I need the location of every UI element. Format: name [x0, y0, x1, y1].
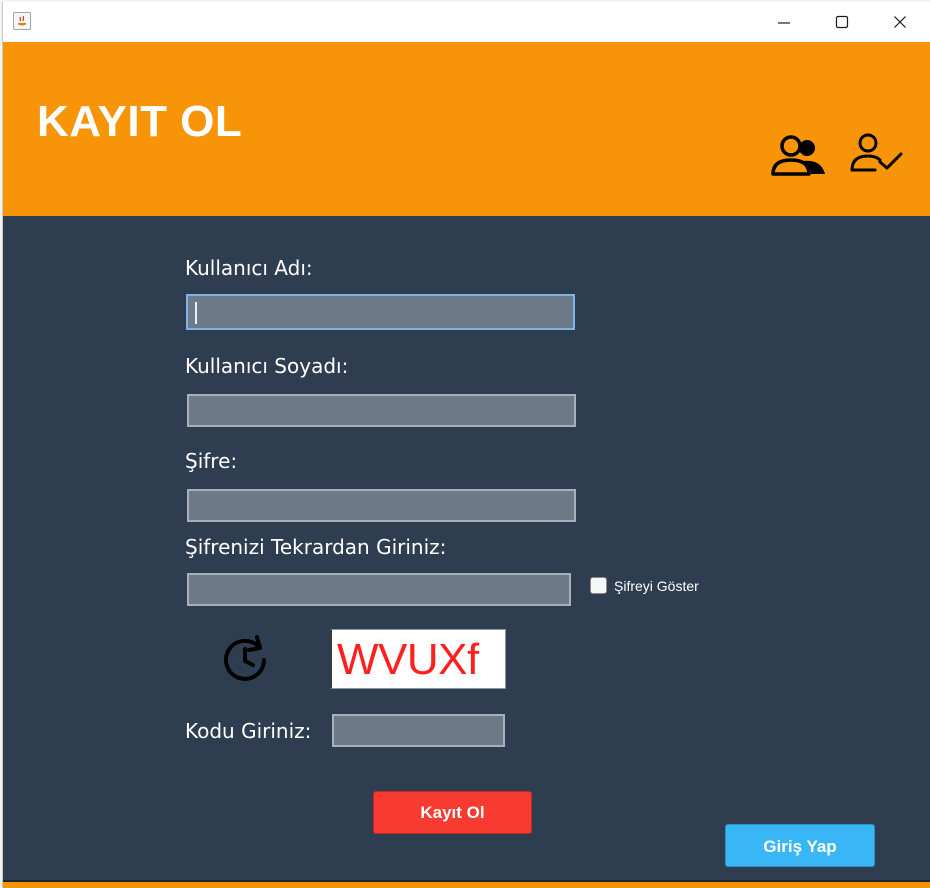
- first-name-label: Kullanıcı Adı:: [185, 256, 313, 280]
- refresh-clock-icon[interactable]: [219, 633, 271, 685]
- users-icon[interactable]: [769, 134, 829, 176]
- login-button[interactable]: Giriş Yap: [725, 824, 875, 867]
- header-banner: KAYIT OL: [3, 42, 930, 216]
- show-password-checkbox[interactable]: [590, 577, 607, 594]
- captcha-image: WVUXf: [330, 629, 506, 689]
- last-name-label: Kullanıcı Soyadı:: [185, 354, 349, 378]
- title-bar: [3, 2, 930, 42]
- password-repeat-input[interactable]: [187, 573, 571, 606]
- page-title: KAYIT OL: [37, 97, 243, 146]
- captcha-text: WVUXf: [337, 635, 479, 684]
- close-icon: [894, 16, 906, 28]
- user-check-icon[interactable]: [849, 132, 905, 174]
- password-input[interactable]: [187, 489, 576, 522]
- captcha-code-input[interactable]: [332, 714, 505, 747]
- register-button[interactable]: Kayıt Ol: [373, 791, 532, 834]
- minimize-button[interactable]: [755, 2, 813, 42]
- password-repeat-label: Şifrenizi Tekrardan Giriniz:: [185, 535, 447, 559]
- java-app-icon: [13, 12, 31, 30]
- maximize-icon: [835, 15, 849, 29]
- minimize-icon: [778, 22, 790, 24]
- text-caret: [195, 302, 197, 324]
- show-password-label: Şifreyi Göster: [614, 578, 699, 594]
- app-window: KAYIT OL Kullanıcı Adı: Kullanıcı Soyadı…: [2, 2, 930, 888]
- last-name-input[interactable]: [187, 394, 576, 427]
- bottom-accent-strip: [3, 880, 930, 888]
- password-label: Şifre:: [185, 449, 238, 473]
- maximize-button[interactable]: [813, 2, 871, 42]
- first-name-input[interactable]: [186, 294, 575, 330]
- close-button[interactable]: [871, 2, 929, 42]
- code-label: Kodu Giriniz:: [185, 719, 312, 743]
